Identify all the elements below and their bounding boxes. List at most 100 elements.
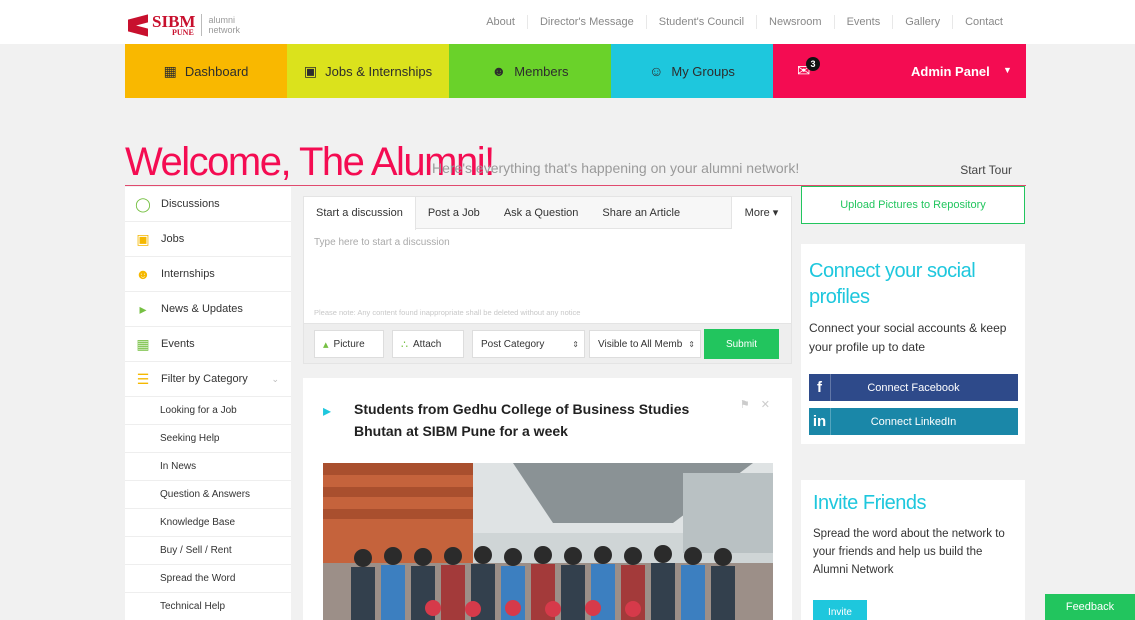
members-icon: ☻ bbox=[491, 63, 507, 79]
invite-text: Spread the word about the network to you… bbox=[813, 528, 1005, 576]
welcome-header: Welcome, The Alumni! Here's everything t… bbox=[125, 140, 1026, 186]
topnav-students-council[interactable]: Student's Council bbox=[645, 15, 756, 29]
category-buy-sell-rent[interactable]: Buy / Sell / Rent bbox=[125, 537, 291, 565]
page-subtitle: Here's everything that's happening on yo… bbox=[432, 160, 800, 176]
main-navigation: ▦ Dashboard ▣ Jobs & Internships ☻ Membe… bbox=[125, 44, 1026, 98]
attach-label: Attach bbox=[413, 338, 442, 350]
category-knowledge-base[interactable]: Knowledge Base bbox=[125, 509, 291, 537]
post-title[interactable]: Students from Gedhu College of Business … bbox=[354, 398, 734, 442]
nav-jobs-internships[interactable]: ▣ Jobs & Internships bbox=[287, 44, 449, 98]
discussion-textarea[interactable]: Type here to start a discussion bbox=[314, 237, 450, 248]
nav-members-label: Members bbox=[514, 63, 569, 79]
category-spread-the-word[interactable]: Spread the Word bbox=[125, 565, 291, 593]
category-looking-for-job[interactable]: Looking for a Job bbox=[125, 397, 291, 425]
social-text: Connect your social accounts & keep your… bbox=[809, 321, 1007, 354]
post-photo[interactable] bbox=[323, 463, 773, 620]
left-sidebar: ◯ Discussions ▣ Jobs ☻ Internships ▸ New… bbox=[125, 187, 291, 620]
briefcase-icon: ▣ bbox=[136, 230, 150, 247]
linkedin-label: Connect LinkedIn bbox=[870, 415, 957, 428]
select-arrows-icon: ⇕ bbox=[688, 339, 695, 349]
logo-network-line2: network bbox=[208, 25, 240, 35]
topnav-newsroom[interactable]: Newsroom bbox=[756, 15, 834, 29]
sidebar-item-news[interactable]: ▸ News & Updates bbox=[125, 292, 291, 327]
megaphone-icon: ▸ bbox=[139, 300, 147, 317]
sidebar-item-filter-category[interactable]: ☰ Filter by Category ⌄ bbox=[125, 362, 291, 397]
group-photo-illustration bbox=[323, 463, 773, 620]
logo-sub: PUNE bbox=[172, 28, 194, 37]
sidebar-item-label: Jobs bbox=[161, 233, 185, 245]
upload-pictures-button[interactable]: Upload Pictures to Repository bbox=[801, 186, 1025, 224]
post-category-select[interactable]: Post Category ⇕ bbox=[472, 330, 585, 358]
attach-button[interactable]: ∴ Attach bbox=[392, 330, 464, 358]
tab-post-job[interactable]: Post a Job bbox=[416, 197, 492, 228]
sidebar-item-jobs[interactable]: ▣ Jobs bbox=[125, 222, 291, 257]
briefcase-icon: ▣ bbox=[303, 62, 318, 79]
more-label: More bbox=[744, 207, 770, 219]
topnav-about[interactable]: About bbox=[474, 15, 527, 29]
tab-start-discussion[interactable]: Start a discussion bbox=[304, 197, 416, 230]
post-category-value: Post Category bbox=[481, 338, 545, 350]
more-tabs-dropdown[interactable]: More ▾ bbox=[731, 197, 791, 229]
topnav-gallery[interactable]: Gallery bbox=[892, 15, 952, 29]
picture-icon: ▴ bbox=[323, 338, 329, 351]
top-navigation: About Director's Message Student's Counc… bbox=[474, 0, 1015, 44]
connect-linkedin-button[interactable]: in Connect LinkedIn bbox=[809, 408, 1018, 435]
logo-divider bbox=[201, 14, 203, 36]
category-technical-help[interactable]: Technical Help bbox=[125, 593, 291, 620]
submit-button[interactable]: Submit bbox=[704, 329, 779, 359]
visibility-select[interactable]: Visible to All Memb ⇕ bbox=[589, 330, 701, 358]
sidebar-item-events[interactable]: ▦ Events bbox=[125, 327, 291, 362]
facebook-icon: f bbox=[809, 374, 831, 401]
invite-button[interactable]: Invite bbox=[813, 600, 867, 620]
nav-admin: ✉ 3 Admin Panel ▼ bbox=[773, 44, 1026, 98]
invite-title: Invite Friends bbox=[813, 492, 927, 514]
social-connect-card: Connect your social profiles Connect you… bbox=[801, 244, 1025, 444]
user-icon: ☻ bbox=[135, 266, 151, 282]
category-in-news[interactable]: In News bbox=[125, 453, 291, 481]
nav-groups-label: My Groups bbox=[671, 63, 735, 79]
close-icon[interactable]: ✕ bbox=[761, 399, 770, 411]
feedback-button[interactable]: Feedback bbox=[1045, 594, 1135, 620]
chevron-down-icon[interactable]: ⌄ bbox=[271, 374, 279, 385]
list-icon: ☰ bbox=[136, 370, 150, 387]
category-seeking-help[interactable]: Seeking Help bbox=[125, 425, 291, 453]
sibm-logo[interactable]: SIBM PUNE alumni network bbox=[128, 12, 240, 38]
top-bar: SIBM PUNE alumni network About Director'… bbox=[0, 0, 1135, 44]
tab-ask-question[interactable]: Ask a Question bbox=[492, 197, 591, 228]
tab-share-article[interactable]: Share an Article bbox=[590, 197, 692, 228]
composer-tabs: Start a discussion Post a Job Ask a Ques… bbox=[304, 197, 791, 230]
category-question-answers[interactable]: Question & Answers bbox=[125, 481, 291, 509]
flag-icon[interactable]: ⚑ bbox=[740, 399, 750, 411]
topnav-directors-message[interactable]: Director's Message bbox=[526, 15, 646, 29]
sidebar-item-label: Events bbox=[161, 338, 195, 350]
sidebar-item-discussions[interactable]: ◯ Discussions bbox=[125, 187, 291, 222]
topnav-contact[interactable]: Contact bbox=[952, 15, 1015, 29]
select-arrows-icon: ⇕ bbox=[572, 339, 579, 349]
picture-label: Picture bbox=[333, 338, 365, 350]
sidebar-item-label: News & Updates bbox=[161, 303, 243, 315]
nav-members[interactable]: ☻ Members bbox=[449, 44, 611, 98]
facebook-label: Connect Facebook bbox=[867, 381, 960, 394]
nav-jobs-label: Jobs & Internships bbox=[325, 63, 433, 79]
picture-button[interactable]: ▴ Picture bbox=[314, 330, 384, 358]
nav-my-groups[interactable]: ☺ My Groups bbox=[611, 44, 773, 98]
chat-bubble-icon: ◯ bbox=[135, 195, 151, 212]
chevron-down-icon[interactable]: ▼ bbox=[1003, 65, 1012, 75]
nav-dashboard-label: Dashboard bbox=[184, 63, 249, 79]
nav-dashboard[interactable]: ▦ Dashboard bbox=[125, 44, 287, 98]
paperclip-icon: ∴ bbox=[401, 338, 408, 351]
moderation-note: Please note: Any content found inappropr… bbox=[314, 308, 581, 317]
megaphone-icon: ▸ bbox=[323, 403, 332, 420]
visibility-value: Visible to All Memb bbox=[598, 338, 683, 350]
admin-panel-button[interactable]: Admin Panel bbox=[911, 64, 990, 79]
connect-facebook-button[interactable]: f Connect Facebook bbox=[809, 374, 1018, 401]
topnav-events[interactable]: Events bbox=[833, 15, 893, 29]
feed-post: ▸ Students from Gedhu College of Busines… bbox=[303, 378, 792, 620]
sibm-emblem-icon bbox=[128, 14, 148, 37]
sidebar-item-internships[interactable]: ☻ Internships bbox=[125, 257, 291, 292]
groups-icon: ☺ bbox=[649, 63, 664, 79]
post-composer: Start a discussion Post a Job Ask a Ques… bbox=[303, 196, 792, 364]
mail-count-badge: 3 bbox=[806, 57, 820, 71]
sidebar-item-label: Filter by Category bbox=[161, 373, 248, 385]
start-tour-link[interactable]: Start Tour bbox=[960, 163, 1012, 177]
